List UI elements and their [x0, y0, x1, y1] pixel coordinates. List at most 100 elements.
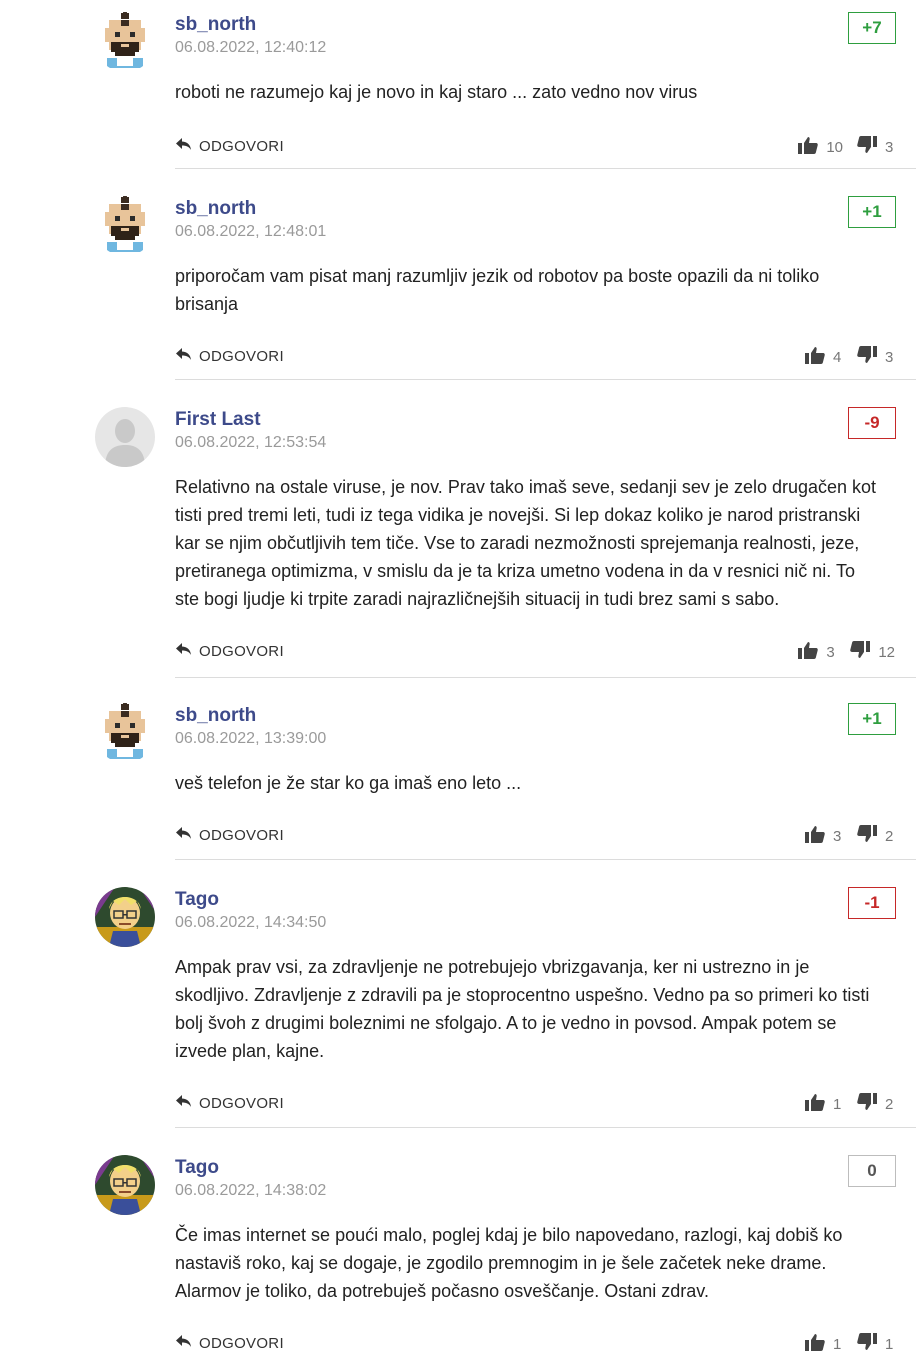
comment-score-badge: 0: [848, 1155, 896, 1187]
dislike-count: 1: [885, 1336, 894, 1353]
comment-body: Ampak prav vsi, za zdravljenje ne potreb…: [175, 953, 900, 1065]
reply-label: ODGOVORI: [199, 643, 284, 660]
comment-actions: ODGOVORI 1 1: [175, 1333, 915, 1357]
comment-actions: ODGOVORI 10 3: [175, 136, 915, 160]
thumbs-up-icon: [805, 825, 825, 848]
dislike-button[interactable]: 2: [857, 1093, 895, 1116]
vote-controls: 4 3: [805, 346, 895, 369]
comment-date: 06.08.2022, 14:38:02: [175, 1182, 327, 1199]
comment-text-line: bolj švoh z drugimi boleznimi ne sfolgaj…: [175, 1013, 837, 1033]
like-button[interactable]: 1: [805, 1333, 843, 1356]
dislike-count: 3: [885, 139, 894, 156]
comment-divider: [175, 1127, 916, 1128]
user-avatar[interactable]: [95, 12, 155, 72]
comment-text-line: pretiranega optimizma, v smislu da je ta…: [175, 561, 855, 581]
comment-author[interactable]: sb_north: [175, 14, 256, 36]
reply-label: ODGOVORI: [199, 348, 284, 365]
like-count: 1: [833, 1096, 842, 1113]
vote-controls: 3 12: [798, 641, 895, 664]
like-count: 3: [833, 828, 842, 845]
thumbs-down-icon: [857, 1093, 877, 1116]
like-button[interactable]: 4: [805, 346, 843, 369]
comment-score-badge: -1: [848, 887, 896, 919]
reply-label: ODGOVORI: [199, 1335, 284, 1352]
comment-date: 06.08.2022, 14:34:50: [175, 914, 327, 931]
reply-label: ODGOVORI: [199, 827, 284, 844]
vote-controls: 3 2: [805, 825, 895, 848]
reply-button[interactable]: ODGOVORI: [175, 825, 284, 846]
comment-author[interactable]: Tago: [175, 1157, 219, 1179]
comment-body: Relativno na ostale viruse, je nov. Prav…: [175, 473, 900, 613]
comment-actions: ODGOVORI 3 2: [175, 825, 915, 849]
like-button[interactable]: 3: [798, 641, 836, 664]
comment-divider: [175, 168, 916, 169]
comment-text-line: tisti pred tremi leti, tudi iz tega vidi…: [175, 505, 861, 525]
reply-arrow-icon: [175, 136, 193, 157]
comment-author[interactable]: sb_north: [175, 198, 256, 220]
comment-text-line: Ampak prav vsi, za zdravljenje ne potreb…: [175, 957, 810, 977]
dislike-count: 2: [885, 1096, 894, 1113]
comment-score-badge: +1: [848, 703, 896, 735]
comment-author[interactable]: First Last: [175, 409, 261, 431]
comment-actions: ODGOVORI 4 3: [175, 346, 915, 370]
reply-button[interactable]: ODGOVORI: [175, 1333, 284, 1354]
comment-score-badge: +1: [848, 196, 896, 228]
comment-text-line: skodljivo. Zdravljenje z zdravili pa je …: [175, 985, 870, 1005]
user-avatar[interactable]: [95, 887, 155, 947]
comment-author[interactable]: Tago: [175, 889, 219, 911]
dislike-count: 12: [878, 644, 895, 661]
thumbs-down-icon: [857, 346, 877, 369]
thumbs-up-icon: [805, 1333, 825, 1356]
like-button[interactable]: 1: [805, 1093, 843, 1116]
reply-label: ODGOVORI: [199, 1095, 284, 1112]
comment-text-line: roboti ne razumejo kaj je novo in kaj st…: [175, 82, 698, 102]
comment-divider: [175, 379, 916, 380]
reply-arrow-icon: [175, 1093, 193, 1114]
user-avatar[interactable]: [95, 1155, 155, 1215]
reply-button[interactable]: ODGOVORI: [175, 641, 284, 662]
reply-button[interactable]: ODGOVORI: [175, 1093, 284, 1114]
thumbs-down-icon: [850, 641, 871, 664]
comment-author[interactable]: sb_north: [175, 705, 256, 727]
dislike-button[interactable]: 1: [857, 1333, 895, 1356]
user-avatar[interactable]: [95, 196, 155, 256]
comment-text-line: veš telefon je že star ko ga imaš eno le…: [175, 773, 522, 793]
dislike-count: 2: [885, 828, 894, 845]
dislike-button[interactable]: 2: [857, 825, 895, 848]
thumbs-down-icon: [857, 136, 877, 159]
like-button[interactable]: 3: [805, 825, 843, 848]
comment-body: Če imas internet se poući malo, poglej k…: [175, 1221, 900, 1305]
comment-date: 06.08.2022, 12:48:01: [175, 223, 327, 240]
vote-controls: 1 1: [805, 1333, 895, 1356]
comment-text-line: izvede plan, kajne.: [175, 1041, 325, 1061]
comment-score-badge: +7: [848, 12, 896, 44]
comment-actions: ODGOVORI 3 12: [175, 641, 915, 665]
comment-date: 06.08.2022, 12:40:12: [175, 39, 327, 56]
comment-text-line: ste bogi ljudje ki trpite zaradi najrazl…: [175, 589, 780, 609]
dislike-button[interactable]: 3: [857, 136, 895, 159]
thumbs-up-icon: [805, 346, 825, 369]
vote-controls: 1 2: [805, 1093, 895, 1116]
like-count: 3: [826, 644, 835, 661]
dislike-button[interactable]: 3: [857, 346, 895, 369]
user-avatar[interactable]: [95, 407, 155, 467]
comment-text-line: nastaviš roko, kaj se dogaje, je zgodilo…: [175, 1253, 827, 1273]
reply-button[interactable]: ODGOVORI: [175, 346, 284, 367]
comment-score-badge: -9: [848, 407, 896, 439]
reply-arrow-icon: [175, 825, 193, 846]
dislike-button[interactable]: 12: [850, 641, 895, 664]
reply-label: ODGOVORI: [199, 138, 284, 155]
user-avatar[interactable]: [95, 703, 155, 763]
comment-text-line: priporočam vam pisat manj razumljiv jezi…: [175, 266, 820, 286]
thumbs-up-icon: [798, 136, 819, 159]
thumbs-down-icon: [857, 825, 877, 848]
thumbs-up-icon: [798, 641, 819, 664]
comment-actions: ODGOVORI 1 2: [175, 1093, 915, 1117]
like-count: 1: [833, 1336, 842, 1353]
comment-text-line: brisanja: [175, 294, 239, 314]
comment-text-line: Če imas internet se poući malo, poglej k…: [175, 1225, 843, 1245]
thumbs-up-icon: [805, 1093, 825, 1116]
like-button[interactable]: 10: [798, 136, 843, 159]
reply-button[interactable]: ODGOVORI: [175, 136, 284, 157]
comment-body: roboti ne razumejo kaj je novo in kaj st…: [175, 78, 900, 106]
